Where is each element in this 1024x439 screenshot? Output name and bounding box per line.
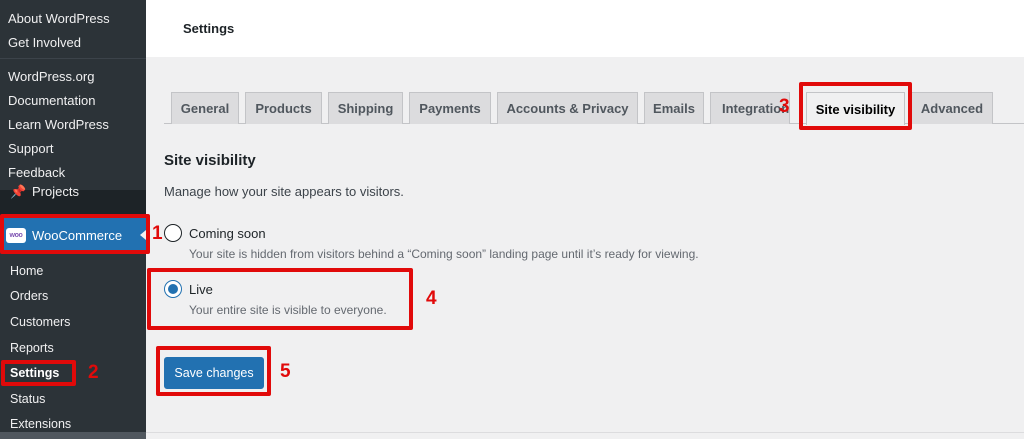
menu-item-about-wordpress[interactable]: About WordPress [8,11,110,27]
annotation-number-2: 2 [88,362,99,383]
submenu-item-customers[interactable]: Customers [10,314,70,330]
submenu-item-reports[interactable]: Reports [10,340,54,356]
section-description: Manage how your site appears to visitors… [164,184,404,199]
tab-accounts-privacy[interactable]: Accounts & Privacy [497,92,638,124]
submenu-item-orders[interactable]: Orders [10,288,48,304]
submenu-item-home[interactable]: Home [10,263,43,279]
tab-general[interactable]: General [171,92,239,124]
annotation-number-4: 4 [426,288,437,309]
annotation-number-5: 5 [280,361,291,382]
annotation-box-woocommerce [0,214,150,254]
tab-payments[interactable]: Payments [409,92,491,124]
menu-item-support[interactable]: Support [8,141,54,157]
coming-soon-description: Your site is hidden from visitors behind… [189,247,699,261]
sidebar-item-projects[interactable]: 📌 Projects [10,184,79,200]
annotation-box-live-option [147,268,413,330]
pushpin-icon: 📌 [10,184,27,199]
sidebar-item-label: Projects [32,184,79,199]
wp-logo-flyout-menu: About WordPress Get Involved WordPress.o… [0,0,146,190]
tab-products[interactable]: Products [245,92,322,124]
tab-shipping[interactable]: Shipping [328,92,403,124]
menu-item-learn-wordpress[interactable]: Learn WordPress [8,117,109,133]
annotation-box-save-changes [156,346,271,396]
annotation-number-3: 3 [779,96,790,117]
submenu-item-status[interactable]: Status [10,391,45,407]
flyout-divider [0,58,146,59]
coming-soon-label[interactable]: Coming soon [189,226,266,241]
page-header: Settings [146,0,1024,57]
menu-item-feedback[interactable]: Feedback [8,165,65,181]
content-bottom-divider [146,432,1024,433]
menu-item-wordpress-org[interactable]: WordPress.org [8,69,94,85]
annotation-box-settings [1,360,76,386]
tab-integration[interactable]: Integration [710,92,790,124]
submenu-item-extensions[interactable]: Extensions [10,416,71,432]
tab-advanced[interactable]: Advanced [911,92,993,124]
annotation-number-1: 1 [152,223,163,244]
menu-item-get-involved[interactable]: Get Involved [8,35,81,51]
coming-soon-radio[interactable] [164,224,182,242]
woocommerce-submenu: Home Orders Customers Reports Settings S… [0,252,146,439]
menu-item-documentation[interactable]: Documentation [8,93,95,109]
page-title: Settings [183,21,235,36]
tab-emails[interactable]: Emails [644,92,704,124]
sidebar-scrollbar[interactable] [0,432,146,439]
section-title: Site visibility [164,152,256,169]
annotation-box-site-visibility-tab [799,82,912,130]
